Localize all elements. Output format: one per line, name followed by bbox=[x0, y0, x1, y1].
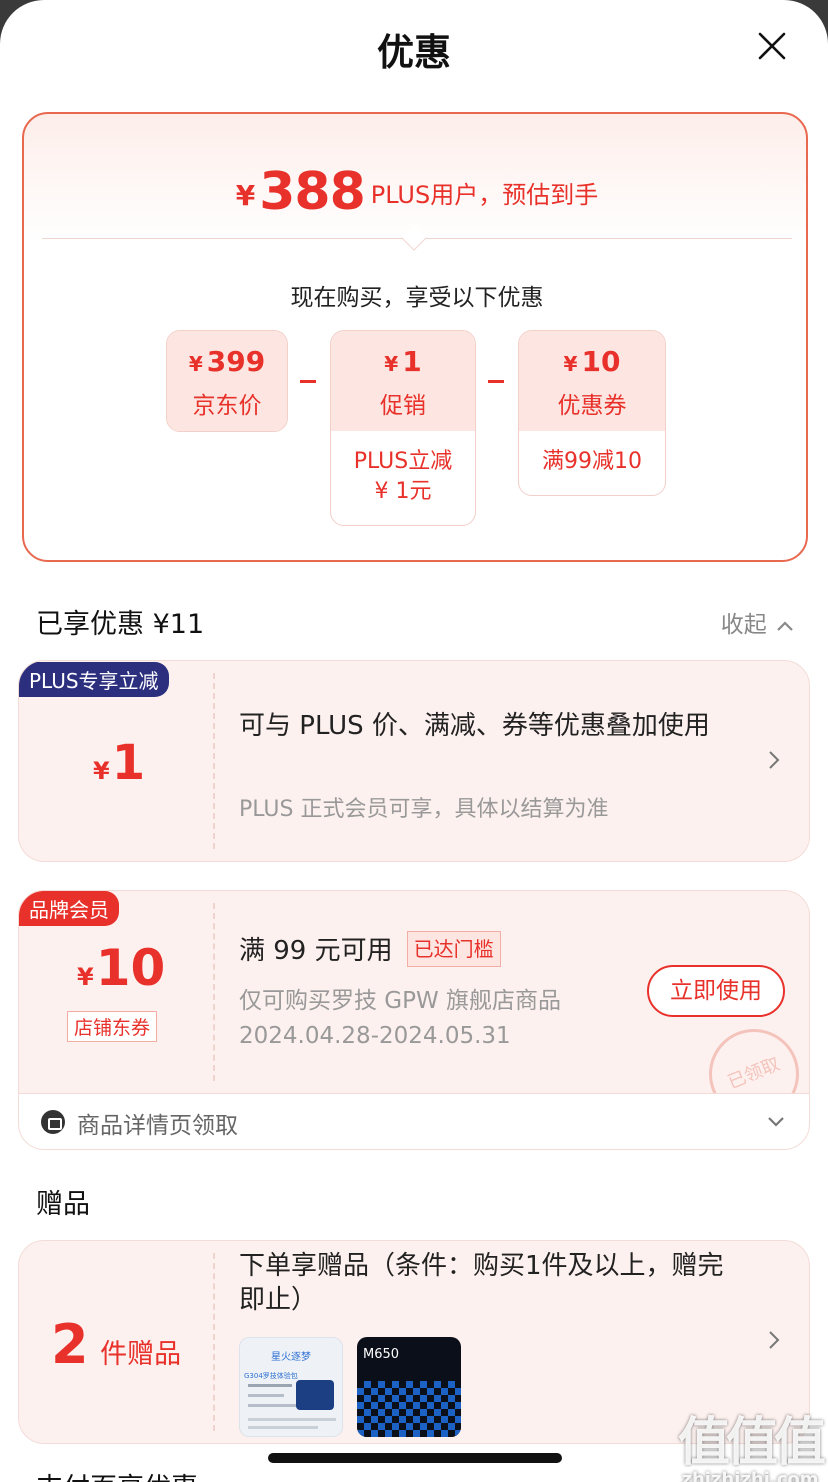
gift-image-2[interactable]: M650 bbox=[357, 1337, 461, 1437]
close-button[interactable] bbox=[756, 30, 788, 62]
close-icon bbox=[758, 32, 786, 60]
store-coupon-card: 品牌会员 ¥10 店铺东券 满 99 元可用 已达门槛 仅可购买罗技 GPW 旗舰… bbox=[18, 890, 810, 1094]
watermark: 值值值 zhizhizhi.com bbox=[677, 1413, 826, 1482]
plus-discount-card[interactable]: PLUS专享立减 ¥1 可与 PLUS 价、满减、券等优惠叠加使用 PLUS 正… bbox=[18, 660, 810, 862]
price-summary-card: ¥388 PLUS用户，预估到手 现在购买，享受以下优惠 ¥399 京东价 ¥1 … bbox=[22, 112, 808, 562]
store-coupon-tag: 店铺东券 bbox=[67, 1011, 158, 1042]
brand-member-tag: 品牌会员 bbox=[19, 891, 119, 926]
chevron-up-icon bbox=[777, 620, 793, 631]
dash-separator bbox=[213, 673, 215, 849]
jd-price-box: ¥399 京东价 bbox=[166, 330, 288, 432]
discount-sheet: 优惠 ¥388 PLUS用户，预估到手 现在购买，享受以下优惠 ¥399 京东价 … bbox=[0, 0, 828, 1482]
estimated-price-label: PLUS用户，预估到手 bbox=[370, 181, 599, 209]
coupon-condition: 满 99 元可用 已达门槛 bbox=[239, 931, 501, 968]
plus-discount-amount: ¥1 bbox=[93, 735, 146, 791]
dash-separator bbox=[213, 903, 215, 1081]
coupon-icon bbox=[41, 1110, 65, 1134]
sheet-header: 优惠 bbox=[0, 0, 828, 96]
plus-discount-desc: 可与 PLUS 价、满减、券等优惠叠加使用 bbox=[239, 711, 710, 741]
coupon-source-text: 商品详情页领取 bbox=[77, 1113, 238, 1139]
plus-discount-subdesc: PLUS 正式会员可享，具体以结算为准 bbox=[239, 797, 609, 822]
minus-sign bbox=[488, 380, 504, 383]
promo-value: 1 bbox=[402, 345, 422, 378]
claimed-stamp: 已领取 bbox=[695, 1015, 809, 1093]
coupon-note: 满99减10 bbox=[542, 449, 642, 474]
collapse-button[interactable]: 收起 bbox=[721, 605, 794, 639]
coupon-amount: ¥10 bbox=[77, 939, 166, 997]
jd-price-value: 399 bbox=[206, 345, 266, 378]
use-now-button[interactable]: 立即使用 bbox=[647, 965, 785, 1017]
estimated-price: ¥388 PLUS用户，预估到手 bbox=[235, 162, 599, 222]
minus-sign bbox=[300, 380, 316, 383]
coupon-scope: 仅可购买罗技 GPW 旗舰店商品 bbox=[239, 988, 562, 1014]
home-indicator[interactable] bbox=[268, 1453, 562, 1463]
promo-label: 促销 bbox=[380, 393, 426, 419]
promo-note: PLUS立减 ¥ 1元 bbox=[353, 449, 453, 504]
coupon-box: ¥10 优惠券 满99减10 bbox=[518, 330, 666, 496]
chevron-down-icon[interactable] bbox=[767, 1116, 785, 1128]
divider-notch bbox=[401, 225, 427, 251]
plus-tag: PLUS专享立减 bbox=[19, 662, 169, 697]
chevron-right-icon bbox=[767, 1329, 781, 1351]
coupon-value: 10 bbox=[581, 345, 621, 378]
estimated-price-value: 388 bbox=[259, 162, 366, 222]
gift-count-label: 件赠品 bbox=[100, 1339, 182, 1370]
coupon-validity: 2024.04.28-2024.05.31 bbox=[239, 1023, 511, 1049]
buy-now-text: 现在购买，享受以下优惠 bbox=[290, 285, 544, 311]
chevron-right-icon bbox=[767, 749, 781, 771]
coupon-label: 优惠券 bbox=[557, 393, 627, 419]
gift-section-title: 赠品 bbox=[36, 1189, 90, 1220]
next-section-title: 支付页享优惠 bbox=[36, 1466, 198, 1482]
jd-price-label: 京东价 bbox=[192, 393, 262, 419]
page-title: 优惠 bbox=[377, 31, 451, 74]
gift-count-value: 2 bbox=[51, 1313, 89, 1376]
gift-desc: 下单享赠品（条件：购买1件及以上，赠完即止） bbox=[239, 1251, 724, 1315]
dash-separator bbox=[213, 1253, 215, 1431]
threshold-reached-badge: 已达门槛 bbox=[406, 931, 501, 967]
promo-box: ¥1 促销 PLUS立减 ¥ 1元 bbox=[330, 330, 476, 526]
gift-count: 2 件赠品 bbox=[51, 1313, 181, 1376]
gift-image-1[interactable]: 星火逐梦 G304罗技体验包 bbox=[239, 1337, 343, 1437]
enjoyed-title: 已享优惠 ¥11 bbox=[36, 609, 205, 640]
coupon-source-row[interactable]: 商品详情页领取 bbox=[18, 1094, 810, 1150]
